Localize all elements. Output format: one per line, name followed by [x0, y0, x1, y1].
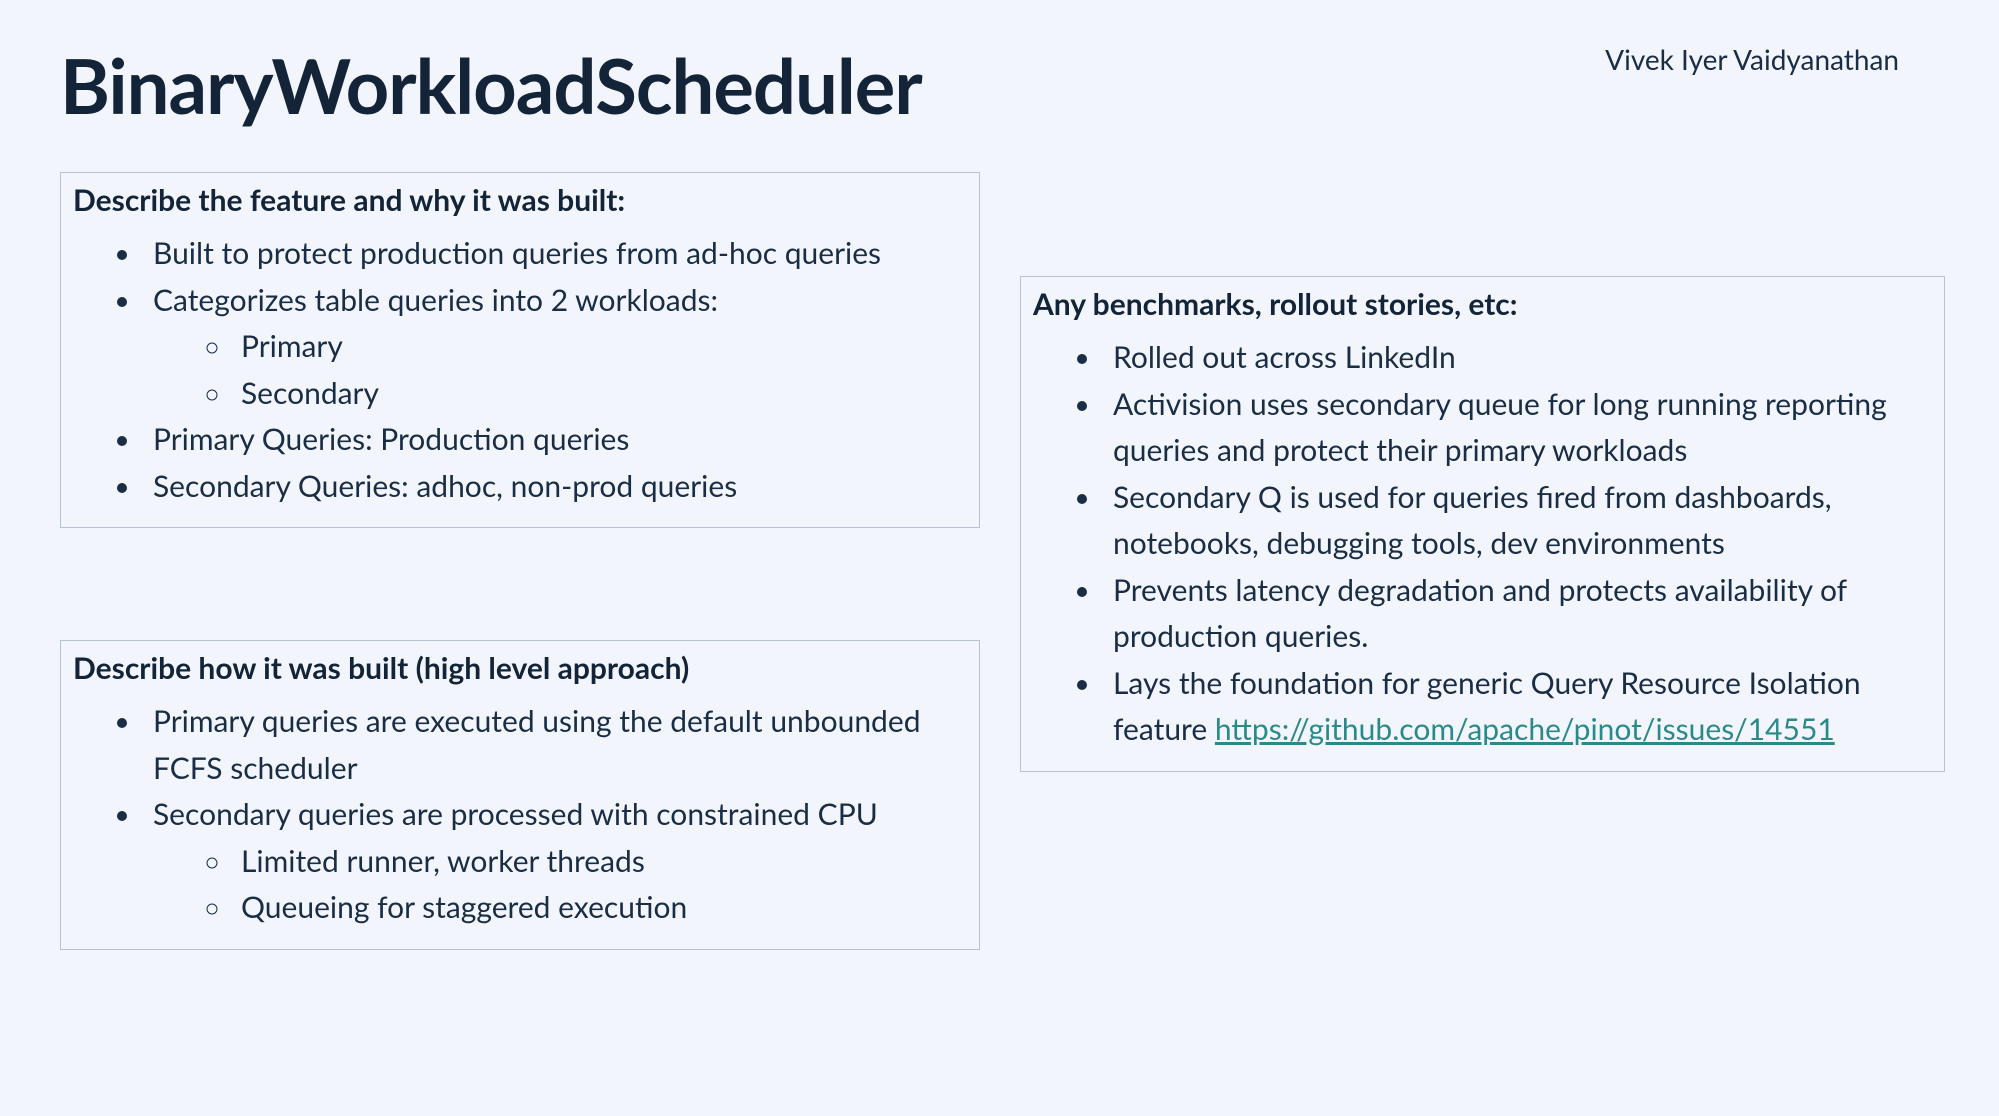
- feature-description-box: Describe the feature and why it was buil…: [60, 172, 980, 528]
- sub-bullet-list: Primary Secondary: [153, 323, 967, 416]
- bullet-list: Rolled out across LinkedIn Activision us…: [1033, 334, 1932, 753]
- list-item: Primary queries are executed using the d…: [143, 698, 967, 791]
- list-item: Primary: [233, 323, 967, 370]
- list-item: Secondary queries are processed with con…: [143, 791, 967, 931]
- slide: Vivek Iyer Vaidyanathan BinaryWorkloadSc…: [0, 0, 1999, 1116]
- list-item: Primary Queries: Production queries: [143, 416, 967, 463]
- list-item: Lays the foundation for generic Query Re…: [1103, 660, 1932, 753]
- box-heading: Any benchmarks, rollout stories, etc:: [1033, 285, 1932, 324]
- list-item: Categorizes table queries into 2 workloa…: [143, 277, 967, 417]
- sub-bullet-list: Limited runner, worker threads Queueing …: [153, 838, 967, 931]
- list-item: Secondary Queries: adhoc, non-prod queri…: [143, 463, 967, 510]
- list-item: Secondary: [233, 370, 967, 417]
- author-name: Vivek Iyer Vaidyanathan: [1605, 42, 1899, 76]
- list-item: Built to protect production queries from…: [143, 230, 967, 277]
- list-item: Secondary Q is used for queries fired fr…: [1103, 474, 1932, 567]
- github-issue-link[interactable]: https://github.com/apache/pinot/issues/1…: [1215, 711, 1835, 747]
- list-item: Limited runner, worker threads: [233, 838, 967, 885]
- box-heading: Describe how it was built (high level ap…: [73, 649, 967, 688]
- bullet-list: Primary queries are executed using the d…: [73, 698, 967, 931]
- list-item-text: Categorizes table queries into 2 workloa…: [153, 282, 718, 318]
- box-heading: Describe the feature and why it was buil…: [73, 181, 967, 220]
- list-item: Queueing for staggered execution: [233, 884, 967, 931]
- list-item: Activision uses secondary queue for long…: [1103, 381, 1932, 474]
- page-title: BinaryWorkloadScheduler: [60, 40, 922, 131]
- list-item: Rolled out across LinkedIn: [1103, 334, 1932, 381]
- bullet-list: Built to protect production queries from…: [73, 230, 967, 509]
- list-item: Prevents latency degradation and protect…: [1103, 567, 1932, 660]
- build-approach-box: Describe how it was built (high level ap…: [60, 640, 980, 950]
- benchmarks-box: Any benchmarks, rollout stories, etc: Ro…: [1020, 276, 1945, 772]
- list-item-text: Secondary queries are processed with con…: [153, 796, 878, 832]
